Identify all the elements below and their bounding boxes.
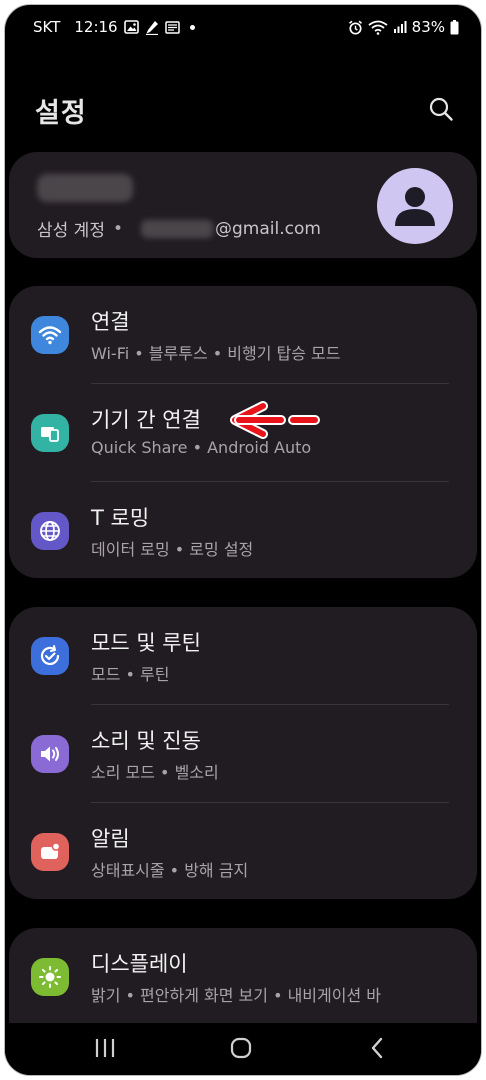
menu-item-label: 소리 및 진동 <box>91 729 201 753</box>
back-button[interactable] <box>357 1033 397 1063</box>
menu-item-subtitle: Wi-Fi • 블루투스 • 비행기 탑승 모드 <box>91 344 341 363</box>
menu-item-display[interactable]: 디스플레이 밝기 • 편안하게 화면 보기 • 내비게이션 바 <box>9 928 477 1025</box>
account-info: 삼성 계정 • @gmail.com <box>37 216 321 242</box>
search-button[interactable] <box>425 93 457 125</box>
menu-item-subtitle: Quick Share • Android Auto <box>91 438 312 457</box>
menu-item-label: T 로밍 <box>91 506 150 530</box>
menu-item-connections[interactable]: 연결 Wi-Fi • 블루투스 • 비행기 탑승 모드 <box>9 286 477 383</box>
settings-group-modes: 모드 및 루틴 모드 • 루틴 소리 및 진동 소리 모드 • 벨소리 알림 상… <box>9 607 477 899</box>
menu-item-connected-devices[interactable]: 기기 간 연결 Quick Share • Android Auto <box>9 384 477 481</box>
menu-item-label: 알림 <box>91 827 130 851</box>
menu-item-subtitle: 밝기 • 편안하게 화면 보기 • 내비게이션 바 <box>91 986 381 1005</box>
menu-item-label: 연결 <box>91 310 130 334</box>
globe-icon <box>31 512 69 550</box>
menu-item-modes-routines[interactable]: 모드 및 루틴 모드 • 루틴 <box>9 607 477 704</box>
avatar[interactable] <box>377 168 453 244</box>
home-icon <box>230 1037 252 1059</box>
battery-percent: 83% <box>411 18 445 36</box>
news-notification-icon <box>164 20 180 34</box>
account-name-blurred <box>37 174 133 202</box>
menu-item-subtitle: 데이터 로밍 • 로밍 설정 <box>91 540 254 559</box>
menu-item-label: 디스플레이 <box>91 952 188 976</box>
settings-group-connections: 연결 Wi-Fi • 블루투스 • 비행기 탑승 모드 기기 간 연결 Quic… <box>9 286 477 578</box>
battery-icon <box>450 19 459 35</box>
menu-item-label: 기기 간 연결 <box>91 408 201 432</box>
brightness-icon <box>31 958 69 996</box>
menu-item-sound-vibration[interactable]: 소리 및 진동 소리 모드 • 벨소리 <box>9 705 477 802</box>
page-title: 설정 <box>35 98 87 129</box>
menu-item-subtitle: 상태표시줄 • 방해 금지 <box>91 861 249 880</box>
home-button[interactable] <box>221 1033 261 1063</box>
recent-apps-button[interactable] <box>85 1033 125 1063</box>
wifi-signal-icon <box>368 20 388 35</box>
alarm-icon <box>348 20 363 35</box>
navigation-bar <box>5 1023 481 1075</box>
clock: 12:16 <box>74 18 118 36</box>
menu-item-t-roaming[interactable]: T 로밍 데이터 로밍 • 로밍 설정 <box>9 482 477 579</box>
account-label: 삼성 계정 <box>37 221 105 241</box>
settings-header: 설정 <box>5 85 481 141</box>
menu-item-subtitle: 소리 모드 • 벨소리 <box>91 763 219 782</box>
phone-screen: SKT 12:16 83% 설정 삼성 계정 • @gmail.com 연결 W… <box>4 4 482 1076</box>
search-icon <box>429 97 453 121</box>
more-notifications-dot <box>189 24 195 30</box>
routine-check-icon <box>31 637 69 675</box>
device-connect-icon <box>31 414 69 452</box>
wifi-icon <box>31 316 69 354</box>
menu-item-subtitle: 모드 • 루틴 <box>91 665 170 684</box>
status-bar: SKT 12:16 83% <box>5 5 481 49</box>
email-blurred <box>141 219 213 238</box>
gallery-notification-icon <box>123 20 139 34</box>
carrier-label: SKT <box>33 18 61 36</box>
email-domain: @gmail.com <box>215 218 321 239</box>
pen-notification-icon <box>145 20 159 35</box>
annotation-arrow-icon <box>230 401 320 439</box>
samsung-account-card[interactable]: 삼성 계정 • @gmail.com <box>9 152 477 258</box>
menu-item-label: 모드 및 루틴 <box>91 631 201 655</box>
speaker-icon <box>31 735 69 773</box>
cellular-signal-icon <box>393 20 407 34</box>
recent-apps-icon <box>95 1039 115 1057</box>
menu-item-notifications[interactable]: 알림 상태표시줄 • 방해 금지 <box>9 803 477 900</box>
avatar-icon <box>395 187 435 226</box>
notification-icon <box>31 833 69 871</box>
back-icon <box>371 1037 383 1059</box>
